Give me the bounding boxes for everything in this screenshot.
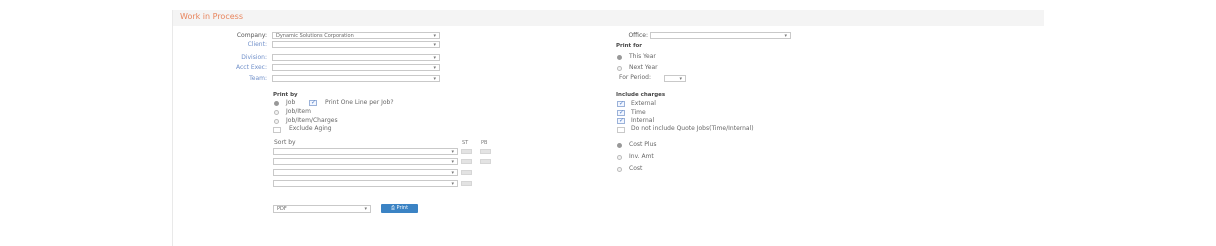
radio-cost[interactable] xyxy=(617,167,622,172)
sort-st-toggle-3[interactable] xyxy=(461,170,472,175)
office-select[interactable]: ▾ xyxy=(650,32,791,39)
job-item-label: Job/Item xyxy=(286,108,311,115)
radio-this-year[interactable] xyxy=(617,55,622,60)
format-select[interactable]: PDF ▾ xyxy=(273,205,371,213)
company-label: Company: xyxy=(236,32,267,39)
chevron-down-icon: ▾ xyxy=(451,149,454,155)
exclude-aging-label: Exclude Aging xyxy=(289,125,332,132)
for-period-select[interactable]: ▾ xyxy=(664,75,686,82)
radio-job[interactable] xyxy=(274,101,279,106)
sort-st-toggle-1[interactable] xyxy=(461,149,472,154)
sort-pb-toggle-1[interactable] xyxy=(480,149,491,154)
sort-by-heading: Sort by xyxy=(274,139,296,146)
sort-pb-toggle-2[interactable] xyxy=(480,159,491,164)
next-year-label: Next Year xyxy=(629,64,658,71)
one-line-per-job-label: Print One Line per Job? xyxy=(325,99,394,106)
chevron-down-icon: ▾ xyxy=(451,181,454,187)
radio-cost-plus[interactable] xyxy=(617,143,622,148)
radio-next-year[interactable] xyxy=(617,66,622,71)
inv-amt-label: Inv. Amt xyxy=(629,153,654,160)
job-item-charges-label: Job/Item/Charges xyxy=(286,117,338,124)
division-select[interactable]: ▾ xyxy=(272,54,440,61)
print-button-label: Print xyxy=(396,205,409,211)
radio-job-item[interactable] xyxy=(274,110,279,115)
panel-header xyxy=(173,10,1044,26)
page-title: Work in Process xyxy=(180,12,243,21)
radio-inv-amt[interactable] xyxy=(617,155,622,160)
company-select[interactable]: Dynamic Solutions Corporation ▾ xyxy=(272,32,440,39)
job-label: Job xyxy=(286,99,296,106)
pb-column-header: PB xyxy=(481,140,488,146)
chevron-down-icon: ▾ xyxy=(679,76,682,82)
office-label: Office: xyxy=(628,32,648,39)
cost-label: Cost xyxy=(629,165,643,172)
sort-st-toggle-2[interactable] xyxy=(461,159,472,164)
for-period-label: For Period: xyxy=(619,74,652,81)
sort-by-select-3[interactable]: ▾ xyxy=(273,169,458,176)
team-select[interactable]: ▾ xyxy=(272,75,440,82)
internal-label: Internal xyxy=(631,117,655,124)
chevron-down-icon: ▾ xyxy=(784,33,787,39)
team-label: Team: xyxy=(249,75,267,82)
sort-st-toggle-4[interactable] xyxy=(461,181,472,186)
internal-checkbox[interactable] xyxy=(617,117,625,124)
radio-job-item-charges[interactable] xyxy=(274,119,279,124)
chevron-down-icon: ▾ xyxy=(364,206,367,212)
chevron-down-icon: ▾ xyxy=(451,170,454,176)
exclude-quote-jobs-checkbox[interactable] xyxy=(617,127,625,133)
acct-exec-select[interactable]: ▾ xyxy=(272,64,440,71)
printer-icon: ⎙ xyxy=(390,205,395,211)
client-label: Client: xyxy=(247,41,267,48)
acct-exec-label: Acct Exec: xyxy=(235,64,267,71)
chevron-down-icon: ▾ xyxy=(433,33,436,39)
cost-plus-label: Cost Plus xyxy=(629,141,657,148)
client-select[interactable]: ▾ xyxy=(272,41,440,48)
print-button[interactable]: ⎙ Print xyxy=(381,204,418,213)
chevron-down-icon: ▾ xyxy=(433,65,436,71)
print-for-heading: Print for xyxy=(616,43,642,49)
sort-by-select-2[interactable]: ▾ xyxy=(273,158,458,165)
chevron-down-icon: ▾ xyxy=(433,42,436,48)
chevron-down-icon: ▾ xyxy=(433,76,436,82)
format-value: PDF xyxy=(277,206,287,212)
division-label: Division: xyxy=(241,54,267,61)
print-by-heading: Print by xyxy=(273,92,298,98)
chevron-down-icon: ▾ xyxy=(433,55,436,61)
external-label: External xyxy=(631,100,656,107)
sort-by-select-4[interactable]: ▾ xyxy=(273,180,458,187)
company-value: Dynamic Solutions Corporation xyxy=(276,33,354,39)
this-year-label: This Year xyxy=(629,53,656,60)
time-label: Time xyxy=(631,109,646,116)
external-checkbox[interactable] xyxy=(617,100,625,107)
exclude-aging-checkbox[interactable] xyxy=(273,127,281,133)
exclude-quote-jobs-label: Do not include Quote Jobs(Time/Internal) xyxy=(631,125,754,132)
st-column-header: ST xyxy=(462,140,469,146)
chevron-down-icon: ▾ xyxy=(451,159,454,165)
sort-by-select-1[interactable]: ▾ xyxy=(273,148,458,155)
include-charges-heading: Include charges xyxy=(616,92,666,98)
time-checkbox[interactable] xyxy=(617,109,625,116)
one-line-per-job-checkbox[interactable] xyxy=(309,99,317,106)
